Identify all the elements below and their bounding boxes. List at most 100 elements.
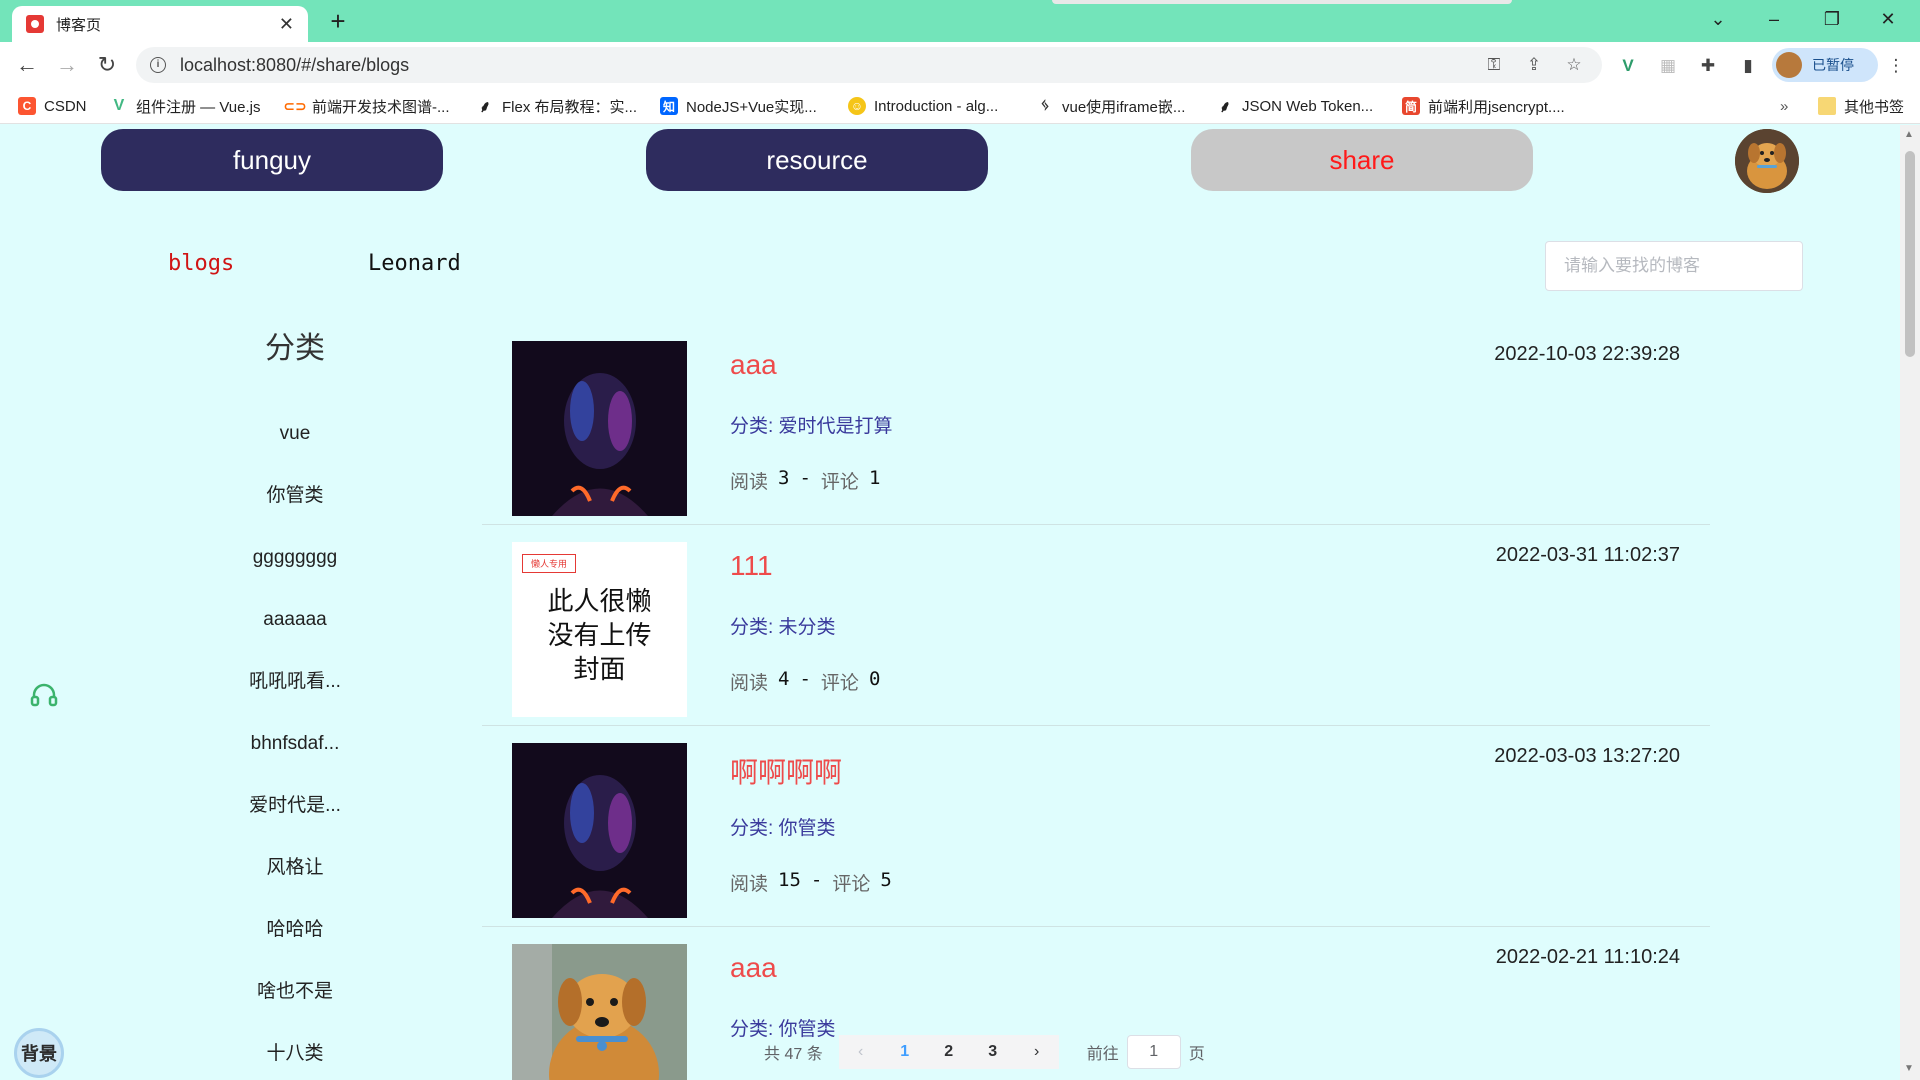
browser-tab[interactable]: 博客页 ✕ bbox=[12, 6, 308, 42]
goto-page-input[interactable] bbox=[1126, 1035, 1181, 1069]
page-scrollbar[interactable]: ▲ ▼ bbox=[1900, 125, 1920, 1080]
pagination-total: 共 47 条 bbox=[764, 1046, 823, 1063]
nav-share[interactable]: share bbox=[1191, 129, 1533, 191]
blog-cover[interactable]: 懒人专用 此人很懒 没有上传 封面 bbox=[512, 542, 687, 717]
bookmark-item[interactable]: C CSDN bbox=[18, 96, 87, 116]
comments-count: 5 bbox=[880, 869, 892, 891]
close-tab-icon[interactable]: ✕ bbox=[279, 14, 294, 35]
category-item[interactable]: 十八类 bbox=[200, 1023, 390, 1080]
category-item[interactable]: 吼吼吼看... bbox=[200, 651, 390, 713]
blog-cover[interactable] bbox=[512, 944, 687, 1080]
page-button[interactable]: 3 bbox=[970, 1035, 1015, 1069]
puzzle-icon[interactable]: ✚ bbox=[1696, 54, 1720, 78]
headset-icon[interactable] bbox=[28, 680, 60, 712]
profile-button[interactable]: 已暂停 bbox=[1772, 48, 1878, 82]
blog-date: 2022-10-03 22:39:28 bbox=[1494, 343, 1680, 365]
vue-logo-icon: V bbox=[113, 97, 125, 114]
blog-cover[interactable] bbox=[512, 341, 687, 516]
tab-search-icon[interactable]: ⌄ bbox=[1696, 4, 1740, 34]
reads-count: 3 bbox=[778, 467, 790, 489]
category-item[interactable]: aaaaaa bbox=[200, 589, 390, 651]
blog-title[interactable]: aaa bbox=[730, 349, 777, 381]
link-icon: ⊂⊃ bbox=[283, 97, 307, 114]
next-page-icon[interactable]: › bbox=[1014, 1035, 1059, 1069]
scroll-up-icon[interactable]: ▲ bbox=[1904, 129, 1914, 140]
blog-title[interactable]: 111 bbox=[730, 550, 773, 582]
star-icon[interactable]: ☆ bbox=[1560, 55, 1588, 75]
url-text[interactable]: localhost:8080/#/share/blogs bbox=[180, 55, 1468, 76]
background-button[interactable]: 背景 bbox=[14, 1028, 64, 1078]
category-item[interactable]: 风格让 bbox=[200, 837, 390, 899]
bookmark-icon: ⸙ bbox=[1218, 99, 1231, 116]
minimize-icon[interactable]: – bbox=[1752, 4, 1796, 34]
bookmark-item[interactable]: 简前端利用jsencrypt.... bbox=[1402, 96, 1565, 116]
subnav-blogs[interactable]: blogs bbox=[168, 251, 234, 276]
category-item[interactable]: gggggggg bbox=[200, 527, 390, 589]
bookmarks-bar: C CSDN V 组件注册 — Vue.js ⊂⊃ 前端开发技术图谱-... ⸙ Fle… bbox=[0, 88, 1920, 124]
bookmark-item[interactable]: ⸙ JSON Web Token... bbox=[1216, 96, 1373, 117]
blog-stats: 阅读 4 - 评论 0 bbox=[730, 668, 880, 695]
tab-strip-decoration bbox=[1052, 0, 1512, 4]
page-button[interactable]: 1 bbox=[882, 1035, 927, 1069]
forward-icon[interactable]: → bbox=[52, 50, 82, 80]
bookmark-item[interactable]: ᛃ vue使用iframe嵌... bbox=[1036, 96, 1185, 116]
bookmark-item[interactable]: ⸙ Flex 布局教程：实... bbox=[476, 96, 637, 117]
share-icon[interactable]: ⇪ bbox=[1520, 55, 1548, 75]
nav-resource[interactable]: resource bbox=[646, 129, 988, 191]
vue-devtools-icon[interactable]: V bbox=[1616, 54, 1640, 78]
site-info-icon[interactable]: i bbox=[150, 57, 166, 73]
bookmarks-overflow[interactable]: » bbox=[1780, 96, 1788, 116]
other-bookmarks[interactable]: 其他书签 bbox=[1818, 96, 1904, 116]
prev-page-icon[interactable]: ‹ bbox=[838, 1035, 883, 1069]
comments-label: 评论 bbox=[832, 873, 871, 895]
restore-icon[interactable]: ❐ bbox=[1810, 4, 1854, 34]
back-icon[interactable]: ← bbox=[12, 50, 42, 80]
folder-icon bbox=[1818, 97, 1836, 115]
close-window-icon[interactable]: ✕ bbox=[1866, 4, 1910, 34]
bookmark-label: NodeJS+Vue实现... bbox=[686, 98, 817, 116]
blog-date: 2022-03-31 11:02:37 bbox=[1495, 544, 1680, 566]
category-list: vue 你管类 gggggggg aaaaaa 吼吼吼看... bhnfsdaf… bbox=[200, 403, 390, 1080]
side-panel-icon[interactable]: ▮ bbox=[1736, 54, 1760, 78]
scrollbar-thumb[interactable] bbox=[1905, 151, 1915, 357]
blog-item[interactable]: 懒人专用 此人很懒 没有上传 封面 111 分类: 未分类 阅读 4 - 评论 … bbox=[482, 526, 1710, 726]
extension-icon[interactable]: ▦ bbox=[1656, 54, 1680, 78]
pagination: 共 47 条 ‹ 1 2 3 › 前往 页 bbox=[764, 1032, 1205, 1072]
blog-category: 分类: 爱时代是打算 bbox=[730, 416, 893, 437]
scroll-down-icon[interactable]: ▼ bbox=[1904, 1063, 1914, 1074]
bookmark-item[interactable]: ⊂⊃ 前端开发技术图谱-... bbox=[283, 96, 449, 116]
category-item[interactable]: vue bbox=[200, 403, 390, 465]
blog-title[interactable]: aaa bbox=[730, 952, 777, 984]
bookmark-item[interactable]: V 组件注册 — Vue.js bbox=[110, 96, 261, 116]
cover-placeholder-text: 此人很懒 没有上传 封面 bbox=[512, 584, 687, 686]
category-item[interactable]: 爱时代是... bbox=[200, 775, 390, 837]
bookmark-item[interactable]: 知 NodeJS+Vue实现... bbox=[660, 96, 817, 116]
blog-cover[interactable] bbox=[512, 743, 687, 918]
reload-icon[interactable]: ↻ bbox=[92, 50, 122, 80]
bookmark-label: 前端利用jsencrypt.... bbox=[1428, 98, 1565, 116]
dog-cover-image bbox=[512, 944, 687, 1080]
address-bar[interactable]: i localhost:8080/#/share/blogs ⚿ ⇪ ☆ bbox=[136, 47, 1602, 83]
browser-toolbar: ← → ↻ i localhost:8080/#/share/blogs ⚿ ⇪… bbox=[0, 42, 1920, 88]
blog-item[interactable]: aaa 分类: 爱时代是打算 阅读 3 - 评论 1 2022-10-03 22… bbox=[482, 325, 1710, 525]
bookmark-icon: ⸙ bbox=[478, 99, 491, 116]
subnav-user[interactable]: Leonard bbox=[368, 251, 461, 276]
bookmark-item[interactable]: ☺ Introduction - alg... bbox=[848, 96, 998, 116]
blog-item[interactable]: 啊啊啊啊 分类: 你管类 阅读 15 - 评论 5 2022-03-03 13:… bbox=[482, 727, 1710, 927]
menu-icon[interactable]: ⋮ bbox=[1884, 54, 1908, 78]
blog-search-input[interactable] bbox=[1545, 241, 1803, 291]
user-avatar[interactable] bbox=[1735, 129, 1799, 193]
category-item[interactable]: 啥也不是 bbox=[200, 961, 390, 1023]
category-item[interactable]: 哈哈哈 bbox=[200, 899, 390, 961]
category-item[interactable]: bhnfsdaf... bbox=[200, 713, 390, 775]
page-button[interactable]: 2 bbox=[926, 1035, 971, 1069]
category-title: 分类 bbox=[265, 332, 325, 365]
blog-title[interactable]: 啊啊啊啊 bbox=[730, 751, 842, 791]
new-tab-icon[interactable]: + bbox=[322, 6, 354, 38]
nav-funguy[interactable]: funguy bbox=[101, 129, 443, 191]
category-item[interactable]: 你管类 bbox=[200, 465, 390, 527]
reads-label: 阅读 bbox=[730, 672, 769, 694]
reads-count: 4 bbox=[778, 668, 790, 690]
key-icon[interactable]: ⚿ bbox=[1480, 55, 1508, 75]
page-content: funguy resource share blogs Leonard 分类 v… bbox=[0, 125, 1900, 1080]
